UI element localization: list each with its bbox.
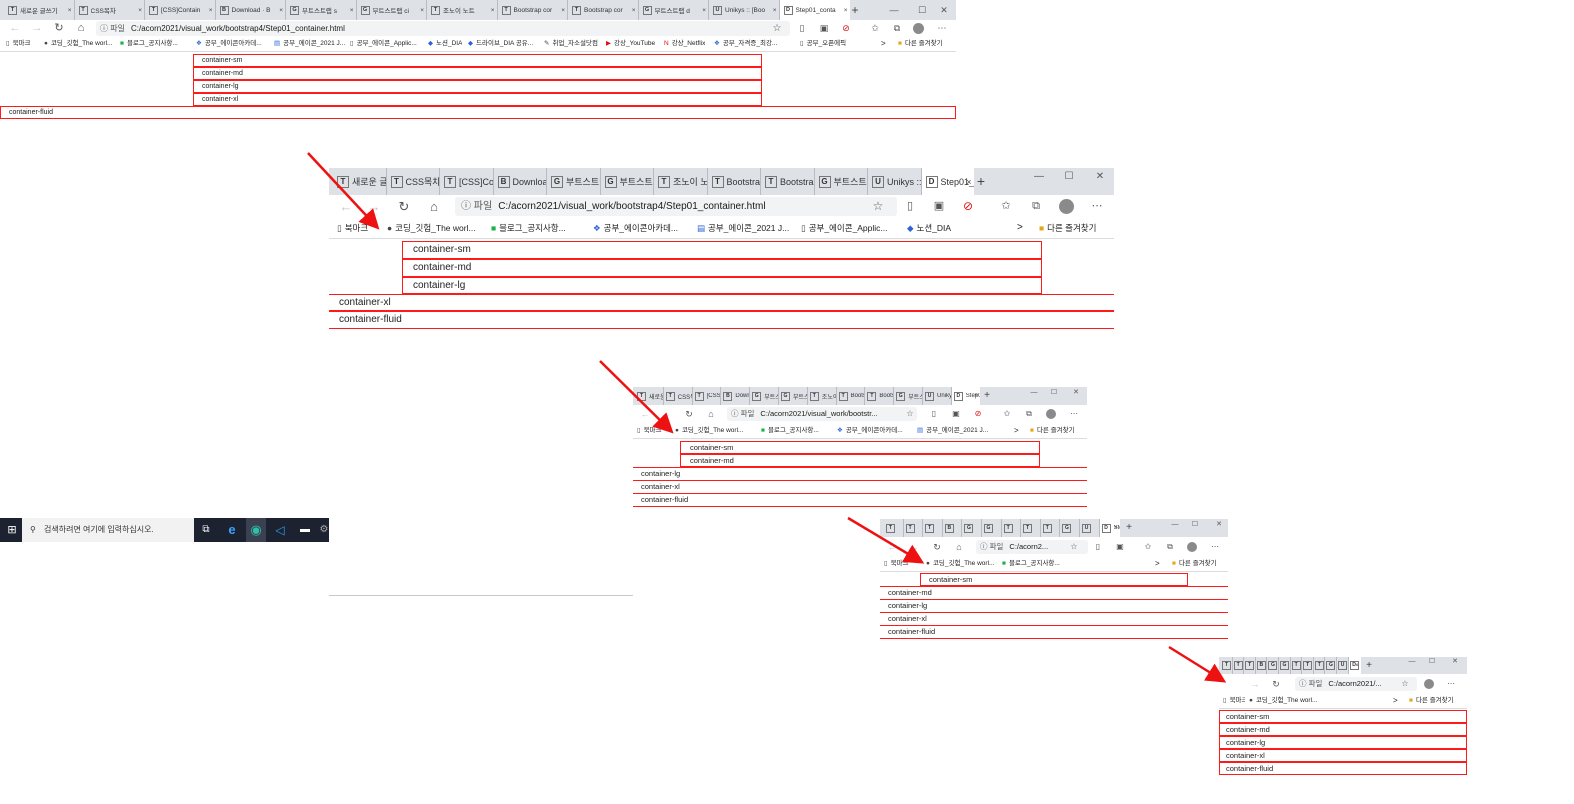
- red-arrow-2: [599, 360, 674, 434]
- red-arrow-4: [1168, 645, 1227, 683]
- annotation-arrows: [307, 152, 1227, 683]
- red-arrow-1: [307, 152, 380, 230]
- red-arrow-3: [847, 516, 925, 564]
